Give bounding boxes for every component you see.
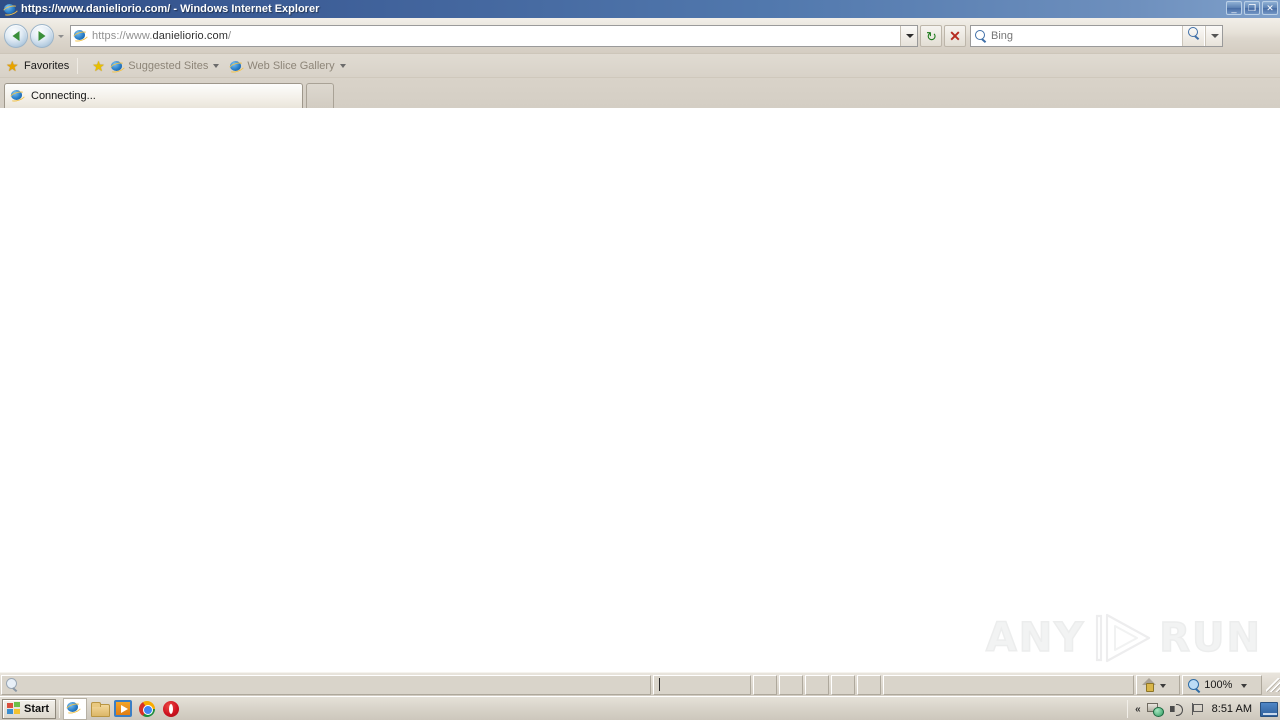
zoom-level-label: 100%	[1204, 678, 1233, 691]
taskbar-item-internet-explorer[interactable]	[63, 697, 88, 720]
tab-favicon	[10, 88, 26, 104]
search-go-button[interactable]	[1182, 25, 1204, 46]
minimize-icon: _	[1231, 3, 1237, 13]
taskbar: Start « 8:51 AM	[0, 696, 1280, 720]
taskbar-item-chrome[interactable]	[135, 698, 159, 720]
address-bar[interactable]: https://www.danieliorio.com/	[70, 24, 918, 47]
page-content: ANY RUN	[0, 108, 1280, 672]
ie-icon	[110, 59, 124, 73]
status-message-panel	[1, 674, 652, 695]
internet-explorer-window: https://www.danieliorio.com/ - Windows I…	[0, 0, 1280, 720]
security-zone-icon	[1141, 677, 1157, 692]
back-button[interactable]	[4, 23, 28, 48]
favorites-item-label: Web Slice Gallery	[247, 59, 335, 72]
resize-grip[interactable]	[1266, 677, 1280, 692]
status-panel-4	[779, 674, 804, 695]
favorites-star-icon: ★	[6, 57, 19, 74]
stop-icon: ✕	[949, 27, 961, 44]
status-panel-6	[831, 674, 855, 695]
chevron-down-icon	[339, 63, 346, 68]
security-zone-dropdown[interactable]	[1157, 676, 1170, 694]
anyrun-logo-icon	[1091, 612, 1153, 664]
ie-icon	[3, 2, 17, 16]
minimize-button[interactable]: _	[1226, 1, 1242, 15]
favorites-button[interactable]: Favorites	[24, 60, 69, 72]
favorites-item-web-slice-gallery[interactable]: Web Slice Gallery	[229, 59, 346, 73]
status-panel-3	[753, 674, 778, 695]
arrow-left-icon	[12, 30, 20, 41]
favorites-bar: ★ Favorites ★ Suggested Sites Web Slice …	[0, 54, 1280, 78]
chrome-icon	[139, 700, 156, 717]
status-panel-7	[857, 674, 881, 695]
address-dropdown-arrow[interactable]	[900, 25, 917, 46]
taskbar-item-opera[interactable]	[159, 698, 183, 720]
action-center-flag-icon[interactable]	[1190, 702, 1204, 716]
recent-pages-dropdown[interactable]	[55, 26, 67, 46]
text-caret-icon	[659, 678, 661, 691]
anyrun-watermark: ANY RUN	[985, 612, 1262, 664]
system-tray: « 8:51 AM	[1123, 697, 1280, 720]
close-icon: ✕	[1266, 3, 1274, 13]
window-title: https://www.danieliorio.com/ - Windows I…	[21, 3, 320, 15]
search-box[interactable]: Bing	[970, 24, 1223, 47]
add-to-favorites-bar-icon[interactable]: ★	[92, 59, 106, 73]
taskbar-item-windows-explorer[interactable]	[87, 698, 111, 720]
restore-button[interactable]: ❐	[1244, 1, 1260, 15]
close-button[interactable]: ✕	[1262, 1, 1278, 15]
nav-buttons	[4, 23, 67, 48]
volume-icon[interactable]	[1169, 702, 1184, 716]
tab-connecting[interactable]: Connecting...	[4, 83, 303, 108]
search-provider-dropdown[interactable]	[1205, 25, 1222, 46]
clock-time[interactable]: 8:51 AM	[1207, 703, 1257, 715]
status-search-icon	[4, 677, 20, 693]
search-input[interactable]: Bing	[991, 30, 1013, 42]
navigation-toolbar: https://www.danieliorio.com/ ↻ ✕ Bing	[0, 18, 1280, 54]
start-button[interactable]: Start	[2, 698, 57, 719]
address-favicon	[73, 28, 89, 44]
taskbar-item-media-player[interactable]	[111, 698, 135, 720]
tab-label: Connecting...	[31, 90, 96, 102]
refresh-icon: ↻	[926, 28, 937, 44]
start-label: Start	[24, 702, 50, 715]
show-hidden-icons-button[interactable]: «	[1132, 704, 1144, 715]
status-panel-5	[805, 674, 830, 695]
new-tab-button[interactable]	[306, 83, 334, 108]
status-panel-8	[882, 674, 1135, 695]
arrow-right-icon	[38, 30, 46, 41]
stop-button[interactable]: ✕	[944, 24, 966, 47]
windows-logo-icon	[6, 701, 21, 716]
forward-button[interactable]	[30, 23, 54, 48]
address-input[interactable]: https://www.danieliorio.com/	[92, 30, 900, 42]
chevron-down-icon	[213, 63, 220, 68]
ie-icon	[229, 59, 243, 73]
status-bar: 100%	[0, 672, 1280, 696]
watermark-text-any: ANY	[985, 614, 1086, 662]
status-panel-2	[653, 674, 752, 695]
refresh-button[interactable]: ↻	[920, 24, 942, 47]
opera-icon	[163, 700, 180, 717]
favorites-item-suggested-sites[interactable]: Suggested Sites	[110, 59, 220, 73]
tab-bar: Connecting... Page Safety	[0, 78, 1280, 180]
search-icon	[974, 29, 988, 43]
security-zone-panel[interactable]	[1136, 674, 1181, 695]
restore-icon: ❐	[1247, 3, 1257, 13]
window-controls: _ ❐ ✕	[1226, 1, 1278, 15]
zoom-dropdown[interactable]	[1238, 676, 1251, 694]
quick-launch-separator	[59, 699, 61, 718]
show-desktop-button[interactable]	[1260, 701, 1278, 717]
zoom-in-icon	[1187, 678, 1201, 692]
title-bar: https://www.danieliorio.com/ - Windows I…	[0, 0, 1280, 18]
zoom-panel[interactable]: 100%	[1182, 674, 1263, 695]
favorites-separator	[77, 57, 79, 74]
folder-icon	[90, 701, 110, 717]
watermark-text-run: RUN	[1158, 614, 1262, 662]
network-icon[interactable]	[1146, 702, 1164, 717]
favorites-item-label: Suggested Sites	[128, 59, 209, 72]
ie-icon	[66, 700, 84, 718]
tray-separator	[1127, 700, 1129, 718]
media-player-icon	[114, 700, 133, 717]
